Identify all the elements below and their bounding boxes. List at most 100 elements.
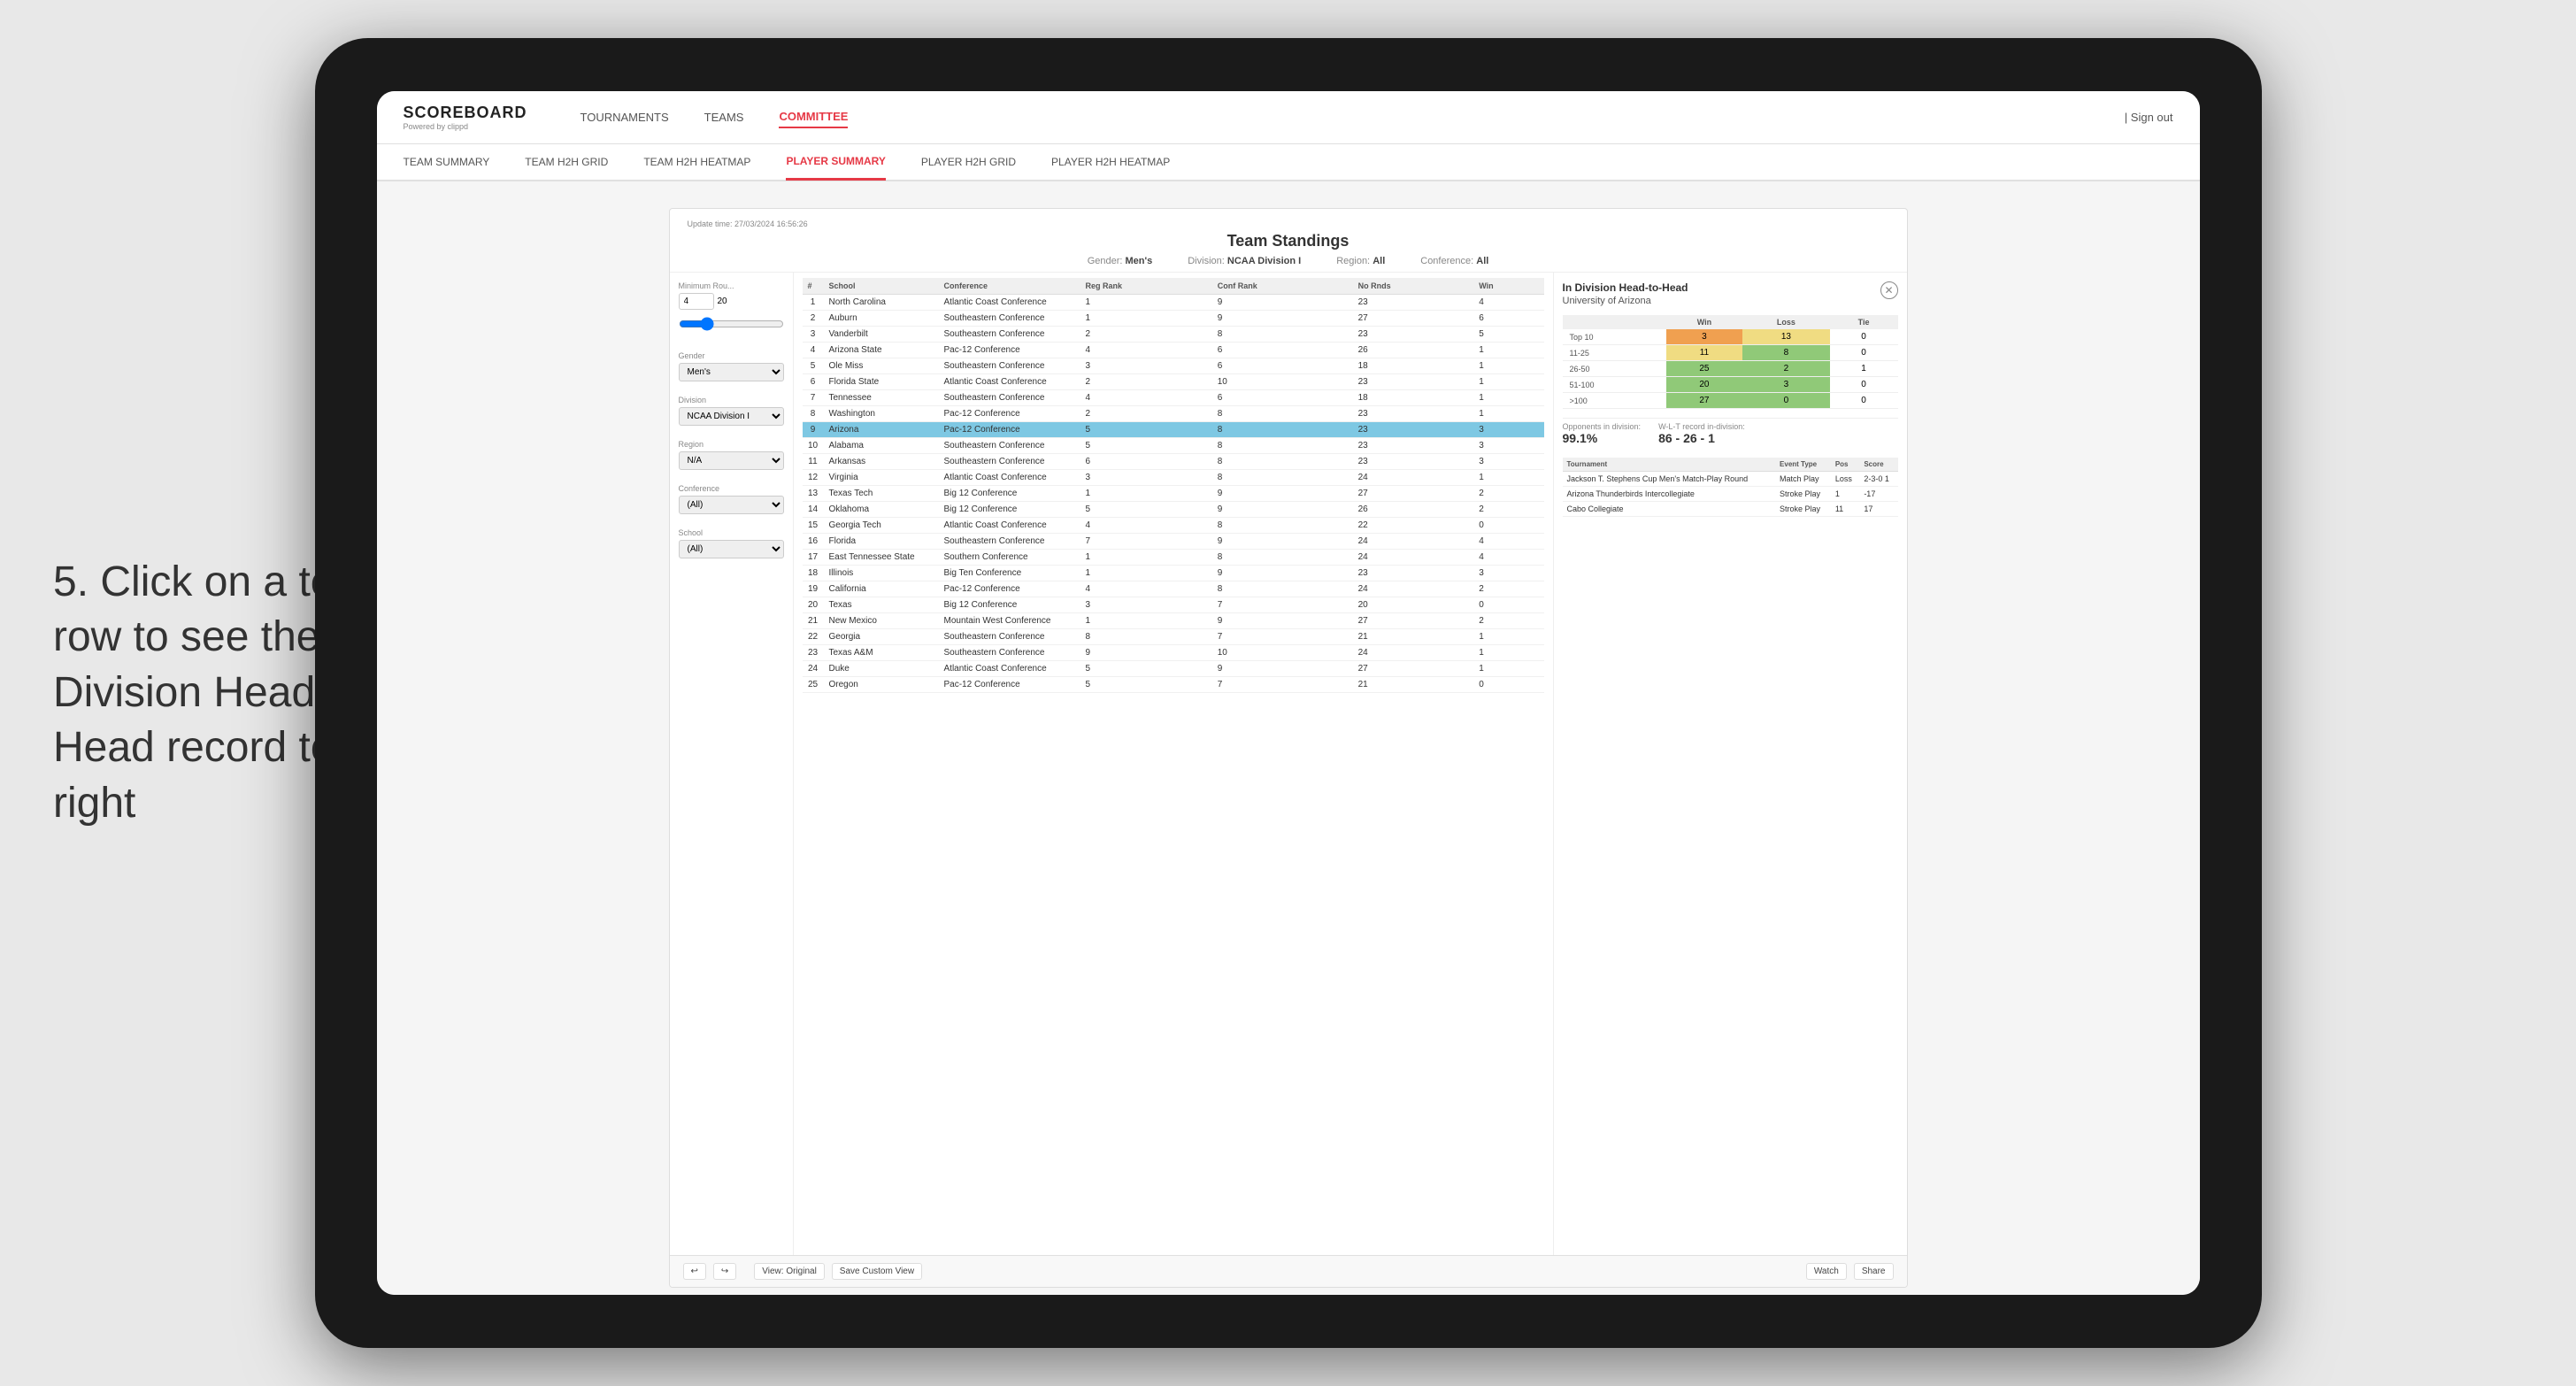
cell-conf-rank: 10 xyxy=(1212,374,1353,390)
table-row[interactable]: 14 Oklahoma Big 12 Conference 5 9 26 2 xyxy=(803,502,1544,518)
cell-conf-rank: 9 xyxy=(1212,502,1353,518)
t-col-pos: Pos xyxy=(1831,458,1860,472)
cell-no-rnds: 23 xyxy=(1353,327,1474,343)
cell-conference: Pac-12 Conference xyxy=(939,422,1080,438)
region-select[interactable]: N/A East West xyxy=(679,451,784,470)
sub-nav-team-h2h-heatmap[interactable]: TEAM H2H HEATMAP xyxy=(643,143,750,181)
cell-conference: Atlantic Coast Conference xyxy=(939,661,1080,677)
division-select[interactable]: NCAA Division I NCAA Division II NAIA xyxy=(679,407,784,426)
sub-nav-player-summary[interactable]: PLAYER SUMMARY xyxy=(786,143,885,181)
cell-conf-rank: 9 xyxy=(1212,613,1353,629)
h2h-row: 51-100 20 3 0 xyxy=(1563,377,1898,393)
stats-row: Opponents in division: 99.1% W-L-T recor… xyxy=(1563,418,1898,449)
sub-nav-team-summary[interactable]: TEAM SUMMARY xyxy=(404,143,490,181)
h2h-cell-tie: 0 xyxy=(1830,345,1898,361)
share-button[interactable]: Share xyxy=(1854,1263,1894,1280)
h2h-header: In Division Head-to-Head University of A… xyxy=(1563,281,1898,306)
table-row[interactable]: 1 North Carolina Atlantic Coast Conferen… xyxy=(803,295,1544,311)
cell-rank: 9 xyxy=(803,422,824,438)
cell-conference: Mountain West Conference xyxy=(939,613,1080,629)
left-sidebar: Minimum Rou... 20 Gender Men's Wome xyxy=(670,273,794,1255)
h2h-close-button[interactable]: ✕ xyxy=(1880,281,1898,299)
cell-win: 1 xyxy=(1473,358,1543,374)
nav-committee[interactable]: COMMITTEE xyxy=(779,106,848,128)
cell-no-rnds: 26 xyxy=(1353,502,1474,518)
t-cell-score: 17 xyxy=(1859,502,1897,517)
table-row[interactable]: 5 Ole Miss Southeastern Conference 3 6 1… xyxy=(803,358,1544,374)
table-row[interactable]: 10 Alabama Southeastern Conference 5 8 2… xyxy=(803,438,1544,454)
update-time: Update time: 27/03/2024 16:56:26 xyxy=(688,219,1889,228)
cell-school: Georgia xyxy=(824,629,939,645)
table-row[interactable]: 9 Arizona Pac-12 Conference 5 8 23 3 xyxy=(803,422,1544,438)
right-panel: In Division Head-to-Head University of A… xyxy=(1553,273,1907,1255)
logo-sub: Powered by clippd xyxy=(404,122,527,131)
table-row[interactable]: 6 Florida State Atlantic Coast Conferenc… xyxy=(803,374,1544,390)
sub-nav-player-h2h-grid[interactable]: PLAYER H2H GRID xyxy=(921,143,1016,181)
cell-rank: 6 xyxy=(803,374,824,390)
cell-reg-rank: 3 xyxy=(1080,358,1212,374)
h2h-title: In Division Head-to-Head xyxy=(1563,281,1688,294)
cell-school: Illinois xyxy=(824,566,939,581)
nav-tournaments[interactable]: TOURNAMENTS xyxy=(581,107,669,127)
cell-conf-rank: 6 xyxy=(1212,358,1353,374)
sign-out-link[interactable]: | Sign out xyxy=(2125,111,2173,124)
table-row[interactable]: 17 East Tennessee State Southern Confere… xyxy=(803,550,1544,566)
cell-no-rnds: 23 xyxy=(1353,566,1474,581)
table-row[interactable]: 22 Georgia Southeastern Conference 8 7 2… xyxy=(803,629,1544,645)
gender-select[interactable]: Men's Women's xyxy=(679,363,784,381)
min-rounds-input[interactable] xyxy=(679,293,714,310)
cell-no-rnds: 24 xyxy=(1353,470,1474,486)
h2h-cell-label: 11-25 xyxy=(1563,345,1666,361)
sub-nav-player-h2h-heatmap[interactable]: PLAYER H2H HEATMAP xyxy=(1051,143,1170,181)
table-row[interactable]: 11 Arkansas Southeastern Conference 6 8 … xyxy=(803,454,1544,470)
cell-conference: Southeastern Conference xyxy=(939,438,1080,454)
table-area: # School Conference Reg Rank Conf Rank N… xyxy=(794,273,1553,1255)
table-row[interactable]: 25 Oregon Pac-12 Conference 5 7 21 0 xyxy=(803,677,1544,693)
table-row[interactable]: 13 Texas Tech Big 12 Conference 1 9 27 2 xyxy=(803,486,1544,502)
watch-button[interactable]: Watch xyxy=(1806,1263,1847,1280)
cell-conference: Pac-12 Conference xyxy=(939,343,1080,358)
cell-reg-rank: 5 xyxy=(1080,422,1212,438)
table-row[interactable]: 12 Virginia Atlantic Coast Conference 3 … xyxy=(803,470,1544,486)
min-rounds-slider[interactable] xyxy=(679,313,784,335)
table-row[interactable]: 23 Texas A&M Southeastern Conference 9 1… xyxy=(803,645,1544,661)
t-cell-pos: 1 xyxy=(1831,487,1860,502)
save-custom-button[interactable]: Save Custom View xyxy=(832,1263,922,1280)
school-select[interactable]: (All) xyxy=(679,540,784,558)
table-row[interactable]: 19 California Pac-12 Conference 4 8 24 2 xyxy=(803,581,1544,597)
t-cell-name: Arizona Thunderbirds Intercollegiate xyxy=(1563,487,1776,502)
table-row[interactable]: 24 Duke Atlantic Coast Conference 5 9 27… xyxy=(803,661,1544,677)
cell-no-rnds: 23 xyxy=(1353,406,1474,422)
cell-conference: Southeastern Conference xyxy=(939,390,1080,406)
cell-no-rnds: 23 xyxy=(1353,438,1474,454)
cell-school: North Carolina xyxy=(824,295,939,311)
h2h-cell-loss: 8 xyxy=(1742,345,1830,361)
table-row[interactable]: 7 Tennessee Southeastern Conference 4 6 … xyxy=(803,390,1544,406)
sub-nav-team-h2h-grid[interactable]: TEAM H2H GRID xyxy=(525,143,608,181)
table-row[interactable]: 2 Auburn Southeastern Conference 1 9 27 … xyxy=(803,311,1544,327)
t-cell-score: 2-3-0 1 xyxy=(1859,472,1897,487)
cell-rank: 25 xyxy=(803,677,824,693)
cell-conf-rank: 8 xyxy=(1212,454,1353,470)
cell-reg-rank: 1 xyxy=(1080,486,1212,502)
table-row[interactable]: 21 New Mexico Mountain West Conference 1… xyxy=(803,613,1544,629)
table-row[interactable]: 18 Illinois Big Ten Conference 1 9 23 3 xyxy=(803,566,1544,581)
table-row[interactable]: 8 Washington Pac-12 Conference 2 8 23 1 xyxy=(803,406,1544,422)
tournament-row: Jackson T. Stephens Cup Men's Match-Play… xyxy=(1563,472,1898,487)
cell-conference: Big 12 Conference xyxy=(939,597,1080,613)
view-original-button[interactable]: View: Original xyxy=(754,1263,825,1280)
undo-button[interactable]: ↩ xyxy=(683,1263,706,1280)
table-row[interactable]: 16 Florida Southeastern Conference 7 9 2… xyxy=(803,534,1544,550)
table-row[interactable]: 15 Georgia Tech Atlantic Coast Conferenc… xyxy=(803,518,1544,534)
sub-nav: TEAM SUMMARY TEAM H2H GRID TEAM H2H HEAT… xyxy=(377,144,2200,181)
cell-conf-rank: 7 xyxy=(1212,677,1353,693)
conference-select[interactable]: (All) xyxy=(679,496,784,514)
cell-rank: 7 xyxy=(803,390,824,406)
table-row[interactable]: 4 Arizona State Pac-12 Conference 4 6 26… xyxy=(803,343,1544,358)
redo-button[interactable]: ↪ xyxy=(713,1263,736,1280)
cell-school: Auburn xyxy=(824,311,939,327)
nav-teams[interactable]: TEAMS xyxy=(704,107,744,127)
cell-rank: 13 xyxy=(803,486,824,502)
table-row[interactable]: 3 Vanderbilt Southeastern Conference 2 8… xyxy=(803,327,1544,343)
table-row[interactable]: 20 Texas Big 12 Conference 3 7 20 0 xyxy=(803,597,1544,613)
